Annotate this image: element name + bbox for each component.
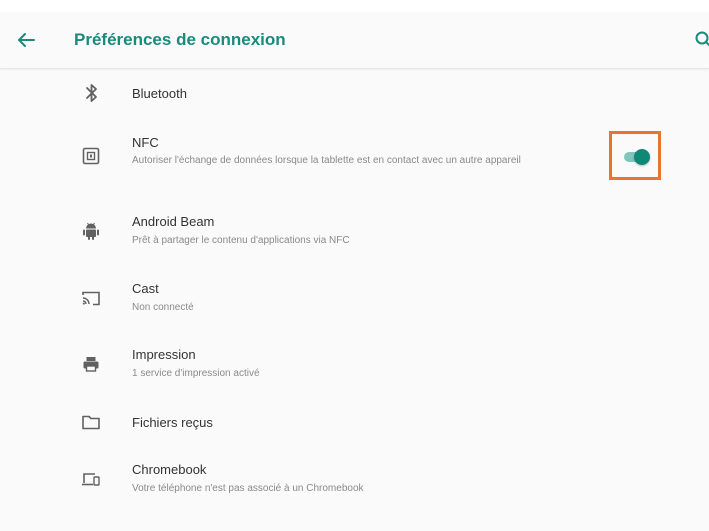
- setting-subtitle: Prêt à partager le contenu d'application…: [132, 235, 350, 246]
- printer-icon: [80, 353, 102, 375]
- setting-subtitle: Votre téléphone n'est pas associé à un C…: [132, 483, 364, 494]
- setting-label: Cast: [132, 281, 159, 296]
- back-button[interactable]: [14, 28, 38, 52]
- setting-label: Android Beam: [132, 214, 215, 229]
- top-strip: [0, 0, 709, 12]
- setting-impression[interactable]: Impression 1 service d'impression activé: [0, 345, 709, 385]
- arrow-left-icon: [18, 33, 35, 47]
- setting-label: NFC: [132, 135, 159, 150]
- search-icon: [695, 31, 709, 47]
- setting-fichiers-recus[interactable]: Fichiers reçus: [0, 407, 709, 439]
- setting-subtitle: Autoriser l'échange de données lorsque l…: [132, 155, 521, 166]
- chromebook-icon: [80, 468, 102, 490]
- setting-label: Chromebook: [132, 462, 207, 477]
- setting-cast[interactable]: Cast Non connecté: [0, 279, 709, 319]
- setting-label: Impression: [132, 347, 196, 362]
- nfc-toggle[interactable]: [624, 149, 650, 165]
- search-button[interactable]: [693, 28, 709, 52]
- setting-nfc[interactable]: NFC Autoriser l'échange de données lorsq…: [0, 132, 709, 184]
- setting-chromebook[interactable]: Chromebook Votre téléphone n'est pas ass…: [0, 460, 709, 500]
- setting-subtitle: 1 service d'impression activé: [132, 368, 260, 379]
- folder-icon: [80, 411, 102, 433]
- app-bar: Préférences de connexion: [0, 12, 709, 69]
- setting-label: Fichiers reçus: [132, 415, 213, 430]
- toggle-thumb: [634, 149, 650, 165]
- settings-screen: Préférences de connexion Bluetooth NFC A…: [0, 0, 709, 531]
- bluetooth-icon: [80, 82, 102, 104]
- setting-android-beam[interactable]: Android Beam Prêt à partager le contenu …: [0, 212, 709, 252]
- nfc-toggle-highlight: [609, 131, 661, 180]
- page-title: Préférences de connexion: [74, 30, 286, 49]
- nfc-icon: [80, 145, 102, 167]
- setting-label: Bluetooth: [132, 86, 187, 101]
- cast-icon: [80, 287, 102, 309]
- android-icon: [80, 220, 102, 242]
- setting-subtitle: Non connecté: [132, 302, 194, 313]
- setting-bluetooth[interactable]: Bluetooth: [0, 78, 709, 110]
